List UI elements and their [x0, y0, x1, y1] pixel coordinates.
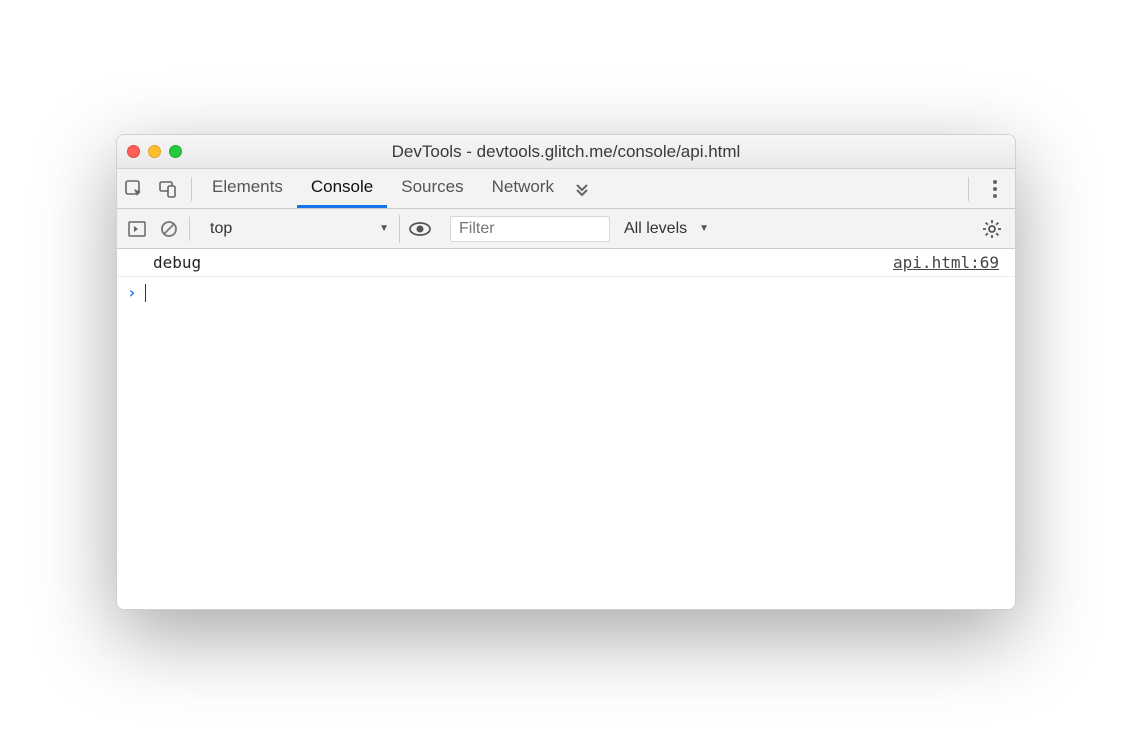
- minimize-button[interactable]: [148, 145, 161, 158]
- context-label: top: [210, 220, 232, 238]
- tab-sources[interactable]: Sources: [387, 169, 477, 208]
- separator: [191, 177, 192, 201]
- sidebar-toggle-icon[interactable]: [123, 209, 151, 249]
- chevron-down-icon: ▼: [379, 223, 389, 234]
- close-button[interactable]: [127, 145, 140, 158]
- main-toolbar: Elements Console Sources Network: [117, 169, 1015, 209]
- tab-network[interactable]: Network: [478, 169, 568, 208]
- source-link[interactable]: api.html:69: [893, 253, 999, 272]
- text-cursor: [145, 284, 146, 302]
- tab-elements[interactable]: Elements: [198, 169, 297, 208]
- levels-label: All levels: [624, 220, 687, 238]
- window-title: DevTools - devtools.glitch.me/console/ap…: [117, 142, 1015, 162]
- titlebar: DevTools - devtools.glitch.me/console/ap…: [117, 135, 1015, 169]
- separator: [189, 217, 190, 241]
- settings-icon[interactable]: [975, 219, 1009, 239]
- maximize-button[interactable]: [169, 145, 182, 158]
- device-toggle-icon[interactable]: [151, 169, 185, 209]
- console-toolbar: top ▼ All levels ▼: [117, 209, 1015, 249]
- filter-input[interactable]: [459, 220, 601, 238]
- live-expression-icon[interactable]: [404, 209, 436, 249]
- chevron-down-icon: ▼: [699, 223, 709, 234]
- tab-console[interactable]: Console: [297, 169, 387, 208]
- context-selector[interactable]: top ▼: [200, 215, 400, 243]
- console-output: debug api.html:69 ›: [117, 249, 1015, 609]
- devtools-window: DevTools - devtools.glitch.me/console/ap…: [116, 134, 1016, 610]
- console-prompt[interactable]: ›: [117, 277, 1015, 308]
- panel-tabs: Elements Console Sources Network: [198, 169, 962, 208]
- log-message: debug: [153, 253, 201, 272]
- menu-icon[interactable]: [975, 180, 1015, 198]
- separator: [968, 177, 969, 201]
- prompt-caret-icon: ›: [127, 283, 137, 302]
- log-levels-selector[interactable]: All levels ▼: [624, 220, 709, 238]
- window-controls: [127, 145, 182, 158]
- filter-box[interactable]: [450, 216, 610, 242]
- inspect-element-icon[interactable]: [117, 169, 151, 209]
- log-entry: debug api.html:69: [117, 249, 1015, 277]
- clear-console-icon[interactable]: [155, 209, 183, 249]
- more-tabs-icon[interactable]: [568, 169, 596, 208]
